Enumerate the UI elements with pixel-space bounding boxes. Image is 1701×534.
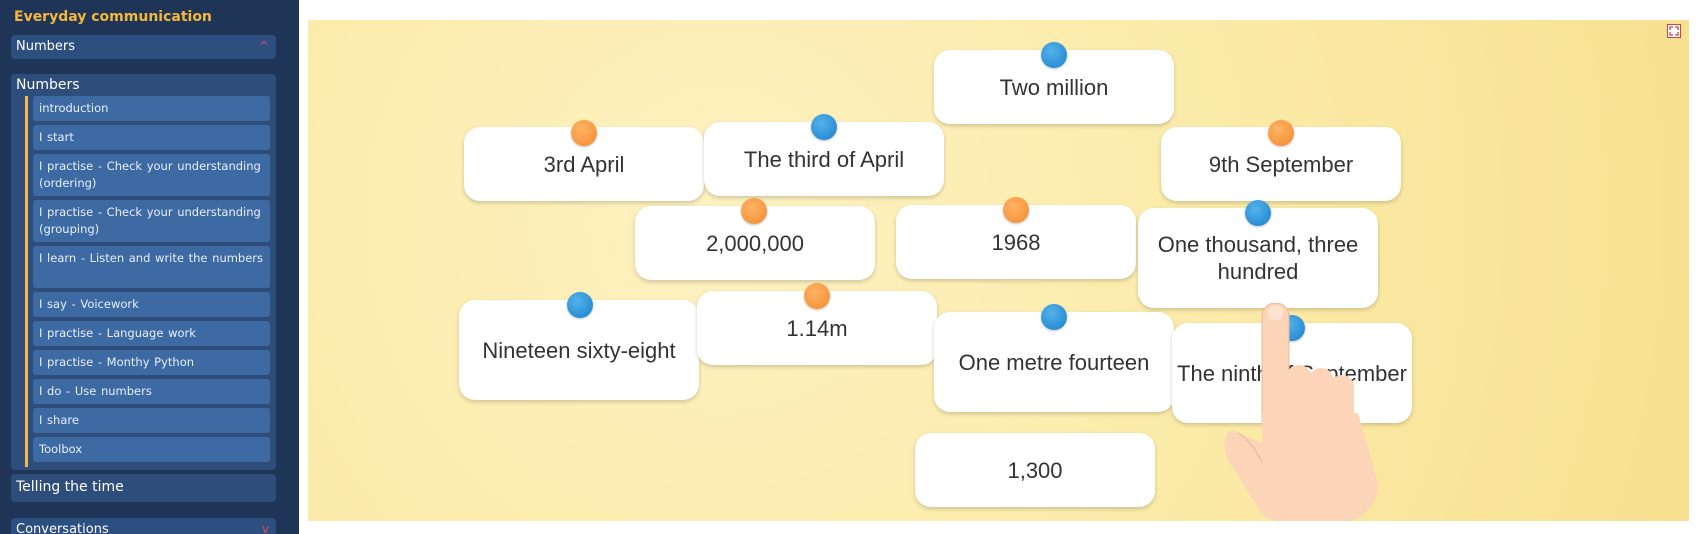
pin-blue-icon	[1041, 304, 1067, 330]
active-rail	[25, 96, 28, 467]
sidebar-item-language-work[interactable]: I practise - Language work	[33, 321, 270, 346]
sidebar-item-introduction[interactable]: introduction	[33, 96, 270, 121]
pin-blue-icon	[811, 114, 837, 140]
sidebar-item-monthy-python[interactable]: I practise - Monthy Python	[33, 350, 270, 375]
sidebar-item-i-start[interactable]: I start	[33, 125, 270, 150]
section-telling-time[interactable]: Telling the time	[11, 474, 276, 502]
pin-orange-icon	[1003, 197, 1029, 223]
pin-orange-icon	[804, 283, 830, 309]
chevron-down-icon[interactable]: v	[262, 522, 269, 534]
sidebar-item-toolbox[interactable]: Toolbox	[33, 437, 270, 462]
expand-icon[interactable]	[1667, 24, 1681, 38]
card-1300[interactable]: 1,300	[915, 433, 1155, 507]
group-label-numbers[interactable]: Numbers	[16, 77, 80, 93]
sidebar-item-ordering[interactable]: I practise - Check your understanding (o…	[33, 154, 270, 196]
sidebar-item-listen-write[interactable]: I learn - Listen and write the numbers	[33, 246, 270, 288]
sidebar-item-grouping[interactable]: I practise - Check your understanding (g…	[33, 200, 270, 242]
bottom-strip	[299, 521, 1701, 534]
matching-board: 1,300 Two million 3rd April The third of…	[308, 20, 1689, 521]
pin-blue-icon	[567, 292, 593, 318]
pin-blue-icon	[1041, 42, 1067, 68]
section-numbers[interactable]: Numbers ^	[11, 35, 276, 59]
numbers-group: Numbers introduction I start I practise …	[11, 74, 276, 470]
sidebar-item-voicework[interactable]: I say - Voicework	[33, 292, 270, 317]
pin-orange-icon	[1268, 120, 1294, 146]
top-bar	[299, 0, 1701, 20]
sidebar-item-i-share[interactable]: I share	[33, 408, 270, 433]
section-conversations-label: Conversations	[16, 522, 109, 534]
pin-blue-icon	[1245, 200, 1271, 226]
chevron-up-icon[interactable]: ^	[259, 39, 269, 53]
sidebar: Everyday communication Numbers ^ Numbers…	[0, 0, 299, 534]
pointing-hand-icon	[1224, 303, 1378, 521]
course-title: Everyday communication	[14, 9, 212, 25]
sidebar-item-use-numbers[interactable]: I do - Use numbers	[33, 379, 270, 404]
section-conversations[interactable]: Conversations v	[11, 518, 276, 534]
pin-orange-icon	[741, 198, 767, 224]
pin-orange-icon	[571, 120, 597, 146]
section-numbers-label: Numbers	[16, 39, 75, 54]
